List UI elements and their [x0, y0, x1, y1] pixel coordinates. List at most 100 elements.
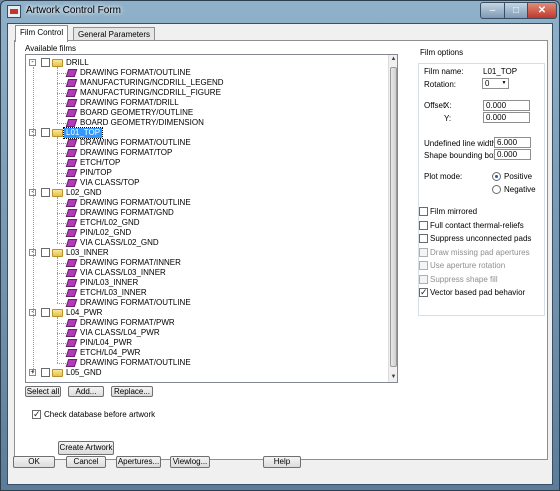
- offset-x-input[interactable]: 0.000: [483, 100, 530, 111]
- tree-layer-item[interactable]: VIA CLASS/L04_PWR: [26, 328, 386, 338]
- scroll-up-icon[interactable]: ▲: [389, 55, 397, 64]
- collapse-icon[interactable]: -: [29, 59, 36, 66]
- tree-layer-item[interactable]: VIA CLASS/L03_INNER: [26, 268, 386, 278]
- plot-mode-positive-radio[interactable]: [492, 172, 501, 181]
- tree-layer-item[interactable]: BOARD GEOMETRY/OUTLINE: [26, 108, 386, 118]
- layer-name: DRAWING FORMAT/OUTLINE: [80, 138, 191, 147]
- tree-connector: [57, 243, 66, 244]
- close-icon: ✕: [537, 5, 547, 16]
- film-options-group: Film name: L01_TOP Rotation: 0 ▼ Offset …: [418, 63, 545, 316]
- tree-layer-item[interactable]: MANUFACTURING/NCDRILL_FIGURE: [26, 88, 386, 98]
- add-button[interactable]: Add...: [68, 386, 104, 397]
- help-button[interactable]: Help: [263, 456, 301, 468]
- artwork-control-window: Artwork Control Form – □ ✕ Film Control …: [0, 0, 560, 491]
- tree-layer-item[interactable]: BOARD GEOMETRY/DIMENSION: [26, 118, 386, 128]
- check-database-label: Check database before artwork: [44, 410, 156, 419]
- film-option-checkbox: [419, 248, 428, 257]
- tree-layer-item[interactable]: MANUFACTURING/NCDRILL_LEGEND: [26, 78, 386, 88]
- film-checkbox[interactable]: [41, 368, 50, 377]
- ok-button[interactable]: OK: [13, 456, 55, 468]
- film-checkbox[interactable]: [41, 248, 50, 257]
- apertures-button[interactable]: Apertures...: [116, 456, 161, 468]
- film-option-checkbox[interactable]: [419, 234, 428, 243]
- film-checkbox[interactable]: [41, 128, 50, 137]
- tree-layer-item[interactable]: DRAWING FORMAT/OUTLINE: [26, 68, 386, 78]
- tree-layer-item[interactable]: DRAWING FORMAT/TOP: [26, 148, 386, 158]
- film-layer-icon: [65, 229, 78, 237]
- tree-film-node[interactable]: - L04_PWR: [26, 308, 386, 318]
- available-films-tree[interactable]: - DRILL DRAWING FORMAT/OUTLINE MANUFACTURIN…: [25, 54, 398, 383]
- shape-bounding-box-input[interactable]: 0.000: [494, 149, 531, 160]
- offset-y-input[interactable]: 0.000: [483, 112, 530, 123]
- tree-layer-item[interactable]: ETCH/TOP: [26, 158, 386, 168]
- tree-layer-item[interactable]: DRAWING FORMAT/DRILL: [26, 98, 386, 108]
- rotation-value: 0: [485, 79, 490, 88]
- tree-film-node[interactable]: - L03_INNER: [26, 248, 386, 258]
- tree-connector: [57, 153, 66, 154]
- tree-layer-item[interactable]: DRAWING FORMAT/INNER: [26, 258, 386, 268]
- film-option-checkbox[interactable]: [419, 221, 428, 230]
- minimize-button[interactable]: –: [480, 2, 505, 19]
- tree-layer-item[interactable]: ETCH/L02_GND: [26, 218, 386, 228]
- tab-film-control[interactable]: Film Control: [15, 25, 69, 42]
- tree-layer-item[interactable]: DRAWING FORMAT/OUTLINE: [26, 138, 386, 148]
- film-layer-icon: [65, 349, 78, 357]
- tree-layer-item[interactable]: PIN/TOP: [26, 168, 386, 178]
- film-name: L04_PWR: [66, 308, 103, 317]
- layer-name: VIA CLASS/L02_GND: [80, 238, 159, 247]
- tree-film-node[interactable]: - DRILL: [26, 58, 386, 68]
- tree-layer-item[interactable]: VIA CLASS/TOP: [26, 178, 386, 188]
- close-button[interactable]: ✕: [527, 2, 557, 19]
- tree-film-node[interactable]: - L01_TOP: [26, 127, 386, 139]
- tree-layer-item[interactable]: ETCH/L04_PWR: [26, 348, 386, 358]
- film-layer-icon: [65, 119, 78, 127]
- folder-icon: [52, 309, 63, 317]
- tree-layer-item[interactable]: DRAWING FORMAT/OUTLINE: [26, 358, 386, 368]
- cancel-button[interactable]: Cancel: [66, 456, 106, 468]
- tree-layer-item[interactable]: PIN/L03_INNER: [26, 278, 386, 288]
- film-option-checkbox: [419, 275, 428, 284]
- viewlog-button[interactable]: Viewlog...: [170, 456, 210, 468]
- create-artwork-button[interactable]: Create Artwork: [58, 441, 114, 455]
- tree-layer-item[interactable]: PIN/L04_PWR: [26, 338, 386, 348]
- tree-layer-item[interactable]: DRAWING FORMAT/PWR: [26, 318, 386, 328]
- replace-button[interactable]: Replace...: [111, 386, 153, 397]
- tree-layer-item[interactable]: ETCH/L03_INNER: [26, 288, 386, 298]
- tree-layer-item[interactable]: DRAWING FORMAT/OUTLINE: [26, 298, 386, 308]
- tree-layer-item[interactable]: VIA CLASS/L02_GND: [26, 238, 386, 248]
- tree-connector: [57, 223, 66, 224]
- film-option-checkbox[interactable]: [419, 207, 428, 216]
- film-checkbox[interactable]: [41, 58, 50, 67]
- film-layer-icon: [65, 139, 78, 147]
- layer-name: PIN/L03_INNER: [80, 278, 139, 287]
- minimize-icon: –: [489, 5, 496, 16]
- tree-vertical-scrollbar[interactable]: ▲ ▼: [388, 55, 397, 382]
- film-option-label: Draw missing pad apertures: [430, 248, 530, 257]
- title-bar[interactable]: Artwork Control Form – □ ✕: [1, 1, 559, 23]
- tab-general-parameters[interactable]: General Parameters: [73, 27, 156, 41]
- tree-layer-item[interactable]: PIN/L02_GND: [26, 228, 386, 238]
- film-control-panel: Available films - DRILL DRAWING FORMAT/OUT…: [14, 40, 548, 460]
- tree-film-node[interactable]: + L05_GND: [26, 368, 386, 378]
- scroll-down-icon[interactable]: ▼: [389, 373, 397, 382]
- film-layer-icon: [65, 159, 78, 167]
- tree-connector: [57, 343, 66, 344]
- layer-name: DRAWING FORMAT/DRILL: [80, 98, 179, 107]
- layer-name: VIA CLASS/L03_INNER: [80, 268, 166, 277]
- plot-mode-negative-radio[interactable]: [492, 185, 501, 194]
- film-option-checkbox[interactable]: [419, 287, 428, 298]
- undefined-line-width-input[interactable]: 6.000: [494, 137, 531, 148]
- tree-film-node[interactable]: - L02_GND: [26, 188, 386, 198]
- maximize-button[interactable]: □: [504, 2, 528, 19]
- select-all-button[interactable]: Select all: [25, 386, 61, 397]
- film-checkbox[interactable]: [41, 188, 50, 197]
- scrollbar-thumb[interactable]: [390, 67, 397, 367]
- film-checkbox[interactable]: [41, 308, 50, 317]
- tree-connector: [57, 283, 66, 284]
- rotation-select[interactable]: 0 ▼: [482, 78, 509, 89]
- tree-layer-item[interactable]: DRAWING FORMAT/OUTLINE: [26, 198, 386, 208]
- check-database-checkbox[interactable]: [32, 409, 41, 420]
- tree-layer-item[interactable]: DRAWING FORMAT/GND: [26, 208, 386, 218]
- layer-name: PIN/TOP: [80, 168, 112, 177]
- film-layer-icon: [65, 169, 78, 177]
